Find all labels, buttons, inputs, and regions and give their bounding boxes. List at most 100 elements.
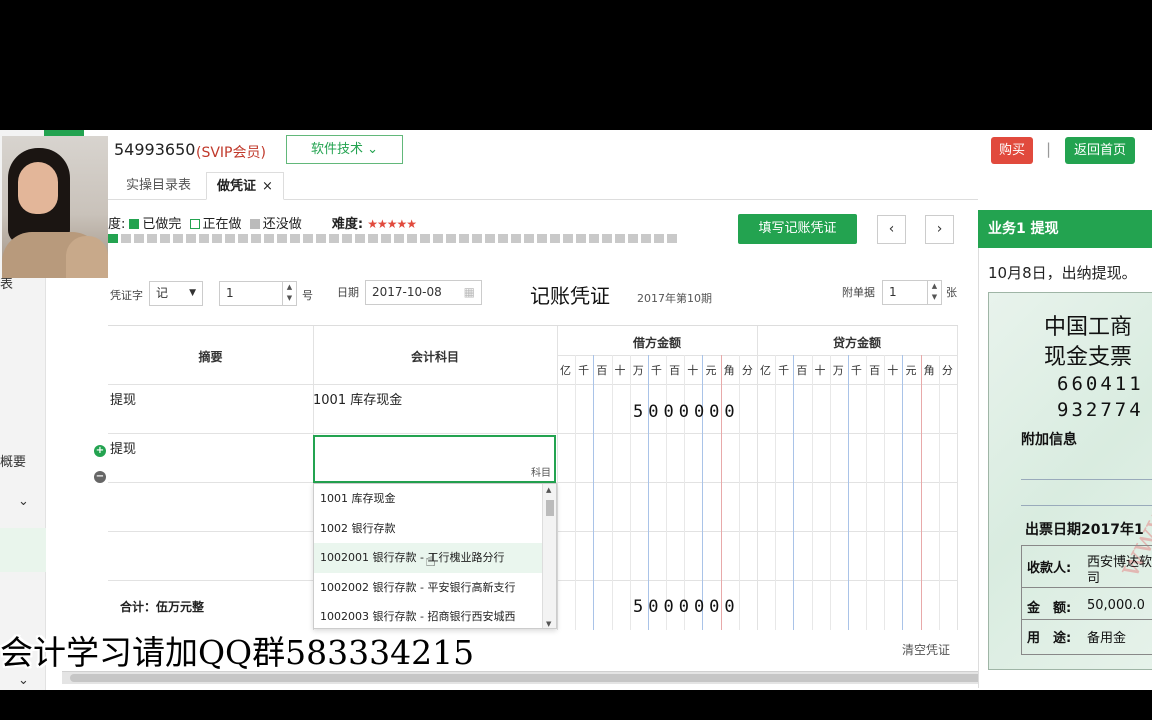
progress-cell[interactable]	[121, 234, 131, 243]
progress-cell[interactable]	[199, 234, 209, 243]
date-input[interactable]: 2017-10-08 ▦	[365, 280, 482, 305]
stepper-arrows-icon-2[interactable]: ▲ ▼	[927, 281, 941, 304]
close-icon[interactable]: ×	[262, 179, 273, 194]
tab-practice-catalog[interactable]: 实操目录表	[116, 172, 201, 200]
progress-cell[interactable]	[368, 234, 378, 243]
progress-cell[interactable]	[433, 234, 443, 243]
progress-cell[interactable]	[589, 234, 599, 243]
cheque-purpose-label: 用 途:	[1027, 631, 1072, 646]
task-panel-title: 业务1 提现	[978, 210, 1152, 248]
row2-summary[interactable]: 提现	[110, 438, 136, 457]
progress-cell[interactable]	[316, 234, 326, 243]
progress-cell[interactable]	[420, 234, 430, 243]
progress-cell[interactable]	[173, 234, 183, 243]
progress-cell[interactable]	[342, 234, 352, 243]
progress-cell[interactable]	[628, 234, 638, 243]
progress-cell[interactable]	[134, 234, 144, 243]
total-label: 合计：伍万元整	[120, 600, 205, 614]
clear-voucher-button[interactable]: 清空凭证	[902, 641, 950, 658]
progress-cell[interactable]	[654, 234, 664, 243]
progress-cell[interactable]	[563, 234, 573, 243]
sidebar-chevron-icon-2[interactable]: ⌄	[18, 673, 29, 688]
dropdown-scrollbar[interactable]: ▲ ▼	[542, 484, 556, 628]
progress-cell[interactable]	[667, 234, 677, 243]
hand-cursor-icon: ☝	[425, 550, 436, 571]
progress-cell[interactable]	[615, 234, 625, 243]
legend-todo: 还没做	[262, 217, 302, 232]
cash-cheque-image: www.acc5.c www.acc5.c 中国工商 现金支票 660411 9…	[988, 292, 1152, 670]
progress-cell[interactable]	[108, 234, 118, 243]
sidebar-chevron-icon[interactable]: ⌄	[18, 494, 29, 509]
buy-button[interactable]: 购买	[991, 137, 1033, 164]
fill-voucher-button[interactable]: 填写记账凭证	[738, 214, 857, 244]
progress-cell[interactable]	[303, 234, 313, 243]
prev-task-button[interactable]: ‹	[877, 215, 906, 244]
cheque-number-2: 932774	[1057, 399, 1144, 421]
next-task-button[interactable]: ›	[925, 215, 954, 244]
progress-cell[interactable]	[524, 234, 534, 243]
progress-cell[interactable]	[264, 234, 274, 243]
software-tech-button[interactable]: 软件技术 ⌄	[286, 135, 403, 164]
return-home-button[interactable]: 返回首页	[1065, 137, 1135, 164]
account-option[interactable]: 1002 银行存款	[314, 514, 542, 544]
dropdown-scroll-thumb[interactable]	[546, 500, 554, 516]
attachments-stepper[interactable]: 1 ▲ ▼	[882, 280, 942, 305]
attachments-label: 附单据	[842, 286, 875, 299]
progress-cell[interactable]	[238, 234, 248, 243]
row1-account[interactable]: 1001 库存现金	[313, 389, 402, 408]
credit-digit-header: 分	[941, 364, 953, 377]
progress-cell[interactable]	[472, 234, 482, 243]
progress-cell[interactable]	[576, 234, 586, 243]
progress-cell[interactable]	[641, 234, 651, 243]
progress-cell[interactable]	[602, 234, 612, 243]
progress-cell[interactable]	[212, 234, 222, 243]
account-input[interactable]: 科目	[313, 435, 556, 483]
progress-cell[interactable]	[381, 234, 391, 243]
account-option[interactable]: 1001 库存现金	[314, 484, 542, 514]
progress-cell[interactable]	[485, 234, 495, 243]
voucher-number-suffix: 号	[302, 289, 313, 302]
stepper-arrows-icon[interactable]: ▲ ▼	[282, 282, 296, 305]
date-value: 2017-10-08	[372, 285, 442, 299]
progress-cell[interactable]	[498, 234, 508, 243]
scroll-down-icon[interactable]: ▼	[546, 620, 551, 628]
horizontal-scroll-thumb[interactable]	[70, 674, 1130, 682]
progress-cell[interactable]	[147, 234, 157, 243]
progress-cell[interactable]	[277, 234, 287, 243]
progress-cell[interactable]	[355, 234, 365, 243]
progress-cell[interactable]	[290, 234, 300, 243]
progress-cell[interactable]	[446, 234, 456, 243]
progress-cell[interactable]	[251, 234, 261, 243]
account-option[interactable]: 1002002 银行存款 - 平安银行高新支行	[314, 573, 542, 603]
remove-row-icon[interactable]: −	[94, 471, 106, 483]
progress-cell[interactable]	[459, 234, 469, 243]
progress-cell[interactable]	[160, 234, 170, 243]
qq-group-watermark: 会计学习请加QQ群583334215	[0, 633, 475, 672]
progress-cell[interactable]	[329, 234, 339, 243]
account-option[interactable]: 1002003 银行存款 - 招商银行西安城西	[314, 602, 542, 628]
progress-cell[interactable]	[550, 234, 560, 243]
progress-cell[interactable]	[394, 234, 404, 243]
voucher-word-value: 记	[156, 286, 169, 300]
calendar-icon[interactable]: ▦	[464, 281, 475, 304]
debit-digit-header: 分	[741, 364, 753, 377]
scroll-up-icon[interactable]: ▲	[546, 486, 551, 494]
voucher-word-select[interactable]: 记 ▼	[149, 281, 203, 306]
sidebar-item-overview[interactable]: 概要	[0, 451, 26, 470]
progress-cell[interactable]	[407, 234, 417, 243]
cheque-issue-date: 出票日期2017年1	[1025, 522, 1144, 538]
progress-cell[interactable]	[537, 234, 547, 243]
row1-summary[interactable]: 提现	[110, 389, 136, 408]
debit-digit-header: 角	[723, 364, 735, 377]
attachments-suffix: 张	[946, 286, 957, 299]
voucher-number-stepper[interactable]: 1 ▲ ▼	[219, 281, 297, 306]
tab-make-voucher[interactable]: 做凭证 ×	[206, 172, 284, 200]
credit-digit-header: 万	[832, 364, 844, 377]
progress-cell[interactable]	[186, 234, 196, 243]
row1-debit-amount[interactable]: 5000000	[633, 402, 740, 422]
sidebar-selected-item[interactable]	[0, 528, 46, 572]
add-row-icon[interactable]: +	[94, 445, 106, 457]
account-id: 54993650	[114, 140, 196, 159]
progress-cell[interactable]	[225, 234, 235, 243]
progress-cell[interactable]	[511, 234, 521, 243]
